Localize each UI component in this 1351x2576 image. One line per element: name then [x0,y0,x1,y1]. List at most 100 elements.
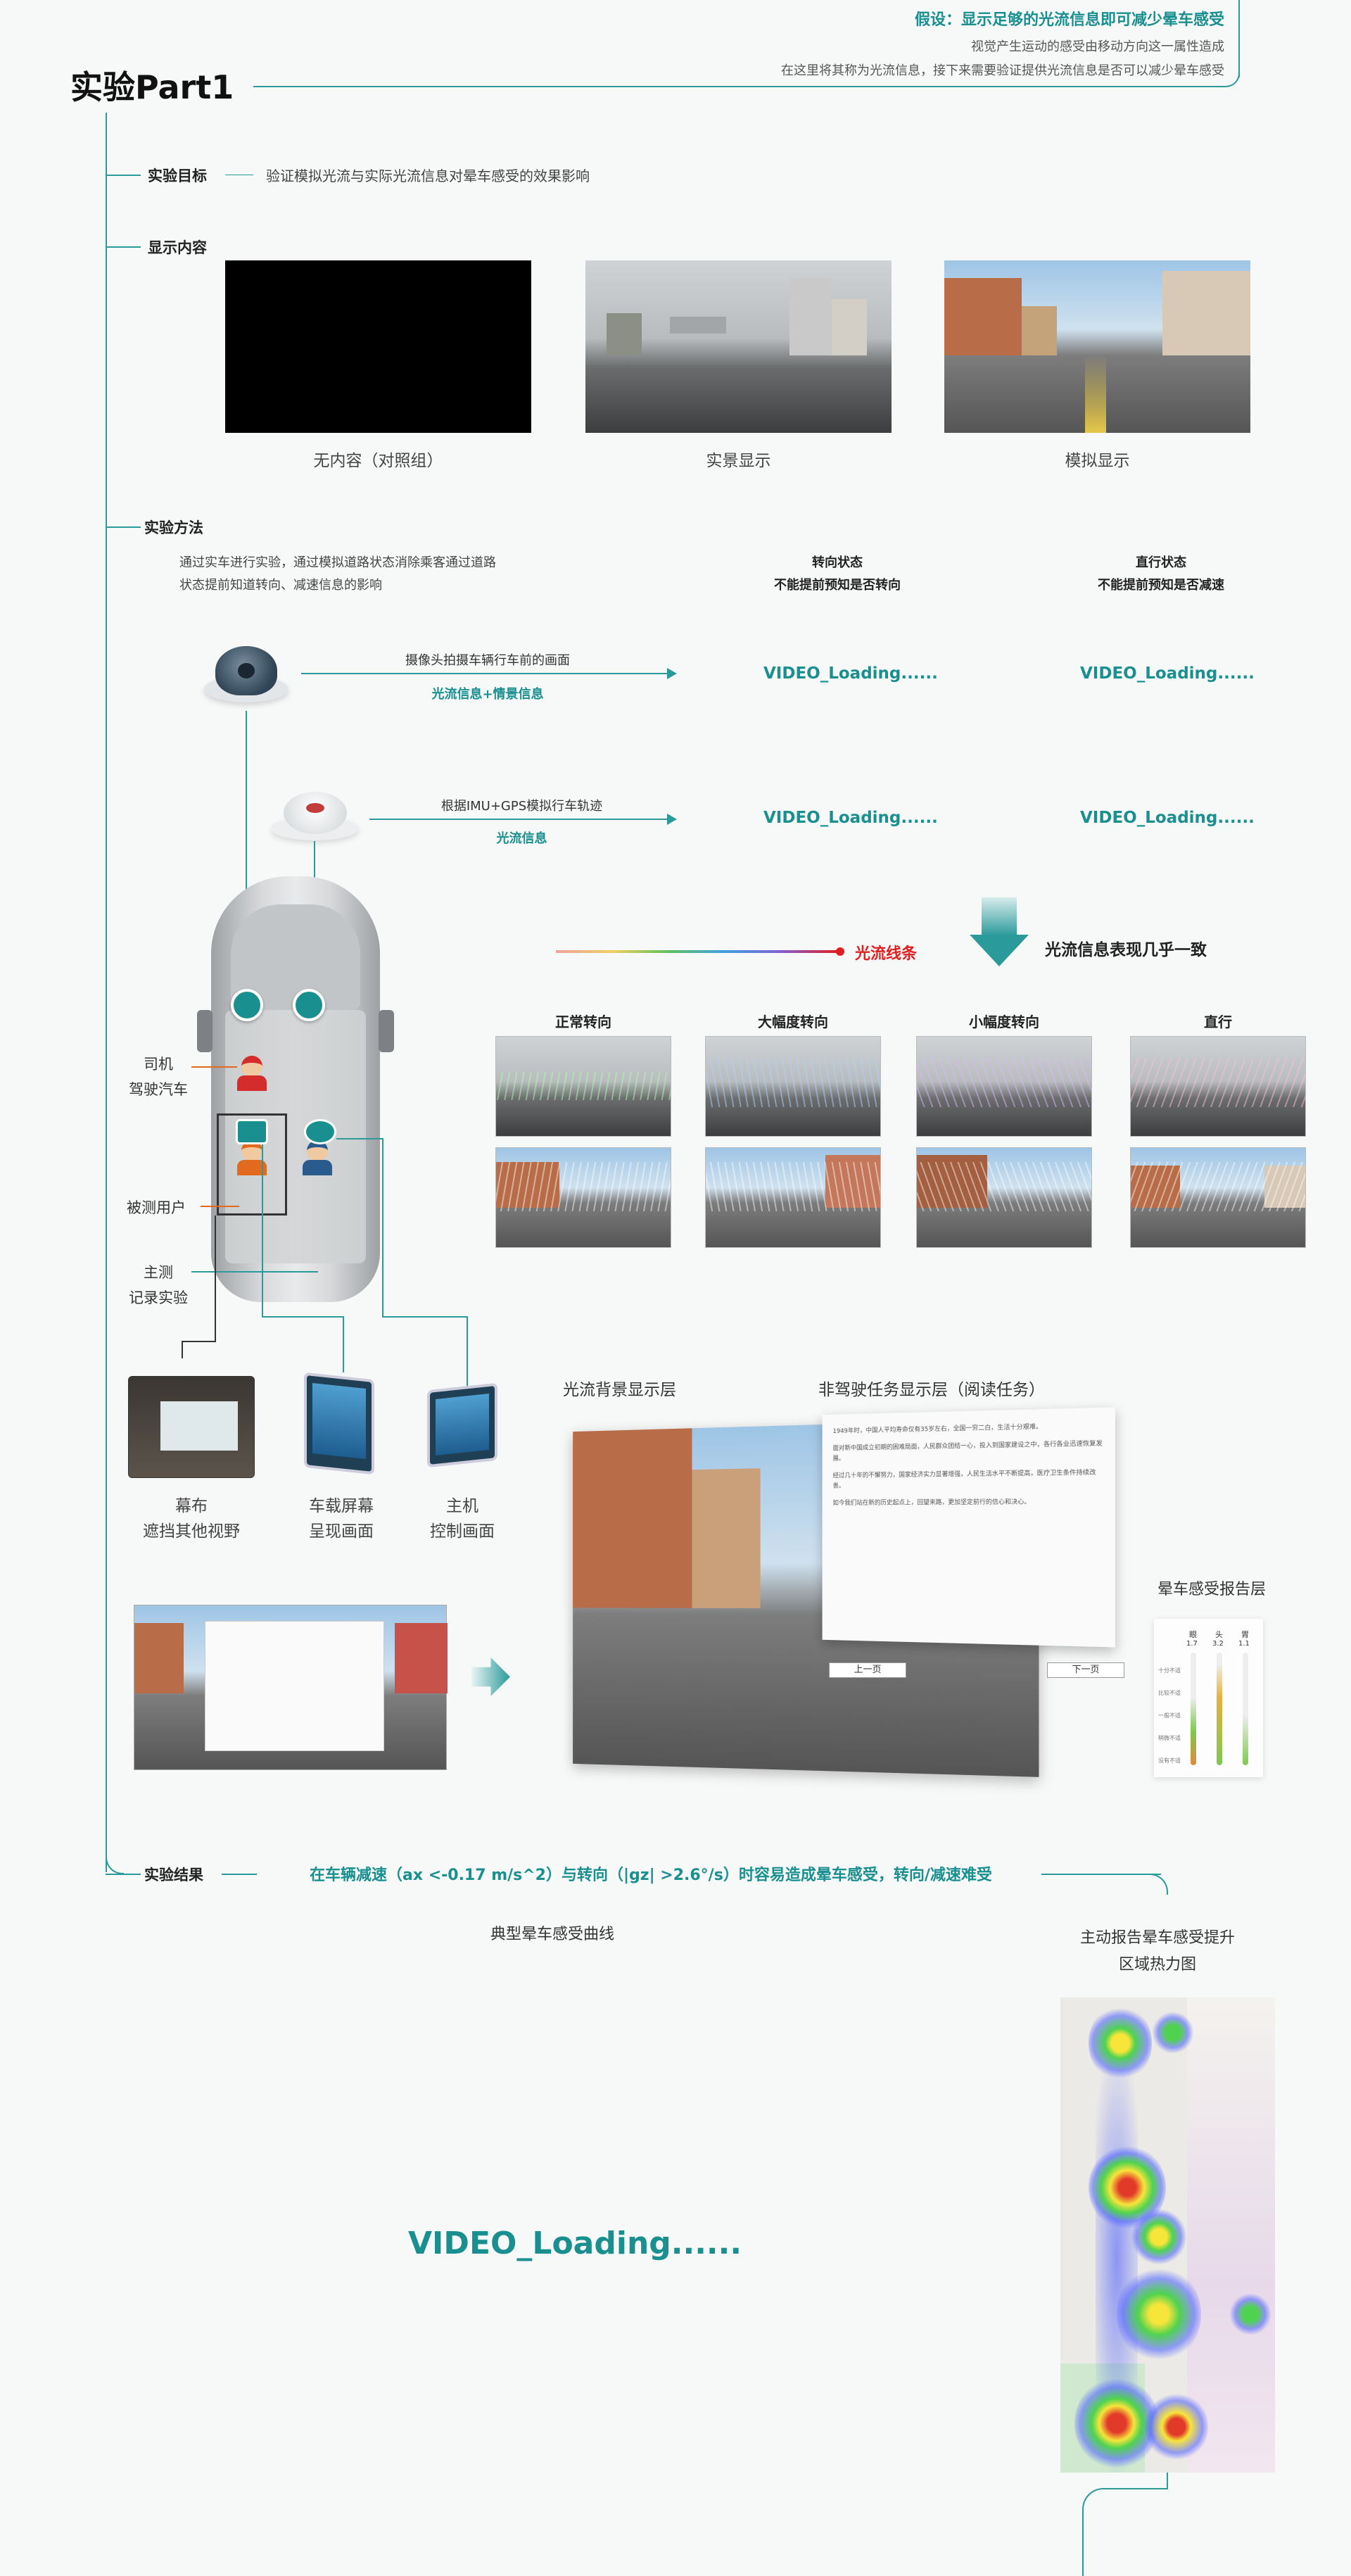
thumb-sim-straight [1130,1147,1306,1248]
next-page-button[interactable]: 下一页 [1047,1662,1124,1678]
col-straight-header: 直行状态 不能提前预知是否减速 [1055,552,1267,597]
layer-task-label: 非驾驶任务显示层（阅读任务） [818,1381,1045,1399]
reading-paragraph-4: 如今我们站在新的历史起点上，回望来路，更加坚定前行的信心和决心。 [832,1498,1031,1507]
meter-stomach-slider[interactable] [1243,1653,1248,1765]
row2-video-turn[interactable]: VIDEO_Loading...... [763,809,938,827]
observer-avatar [303,1140,332,1175]
device-host-l2: 控制画面 [430,1522,495,1541]
display-none-image [225,260,531,433]
layer-reading-card: 1949年时，中国人平均寿命仅有35岁左右，全国一穷二白，生活十分艰难。 面对新… [822,1407,1115,1648]
prev-page-button[interactable]: 上一页 [829,1662,906,1678]
host-device-icon [427,1382,497,1468]
meter-eye-slider[interactable] [1191,1653,1196,1765]
report-meters: 眼 头 胃 1.7 3.2 1.1 十分不适 比较不适 一般不适 稍微不适 没有… [1154,1619,1263,1777]
driver-label-1: 司机 [144,1056,173,1073]
in-car-imu-icon [293,989,325,1021]
row1-video-straight[interactable]: VIDEO_Loading...... [1080,664,1255,683]
camera-icon [204,640,288,711]
row1-text: 摄像头拍摄车辆行车前的画面 [405,653,570,668]
curve-video-placeholder[interactable]: VIDEO_Loading...... [408,2225,742,2261]
method-desc: 通过实车进行实验，通过模拟道路状态消除乘客通过道路 状态提前知道转向、减速信息的… [179,552,496,597]
row2-video-straight[interactable]: VIDEO_Loading...... [1080,809,1255,827]
device-curtain-l2: 遮挡其他视野 [143,1522,240,1541]
display-caption-sim: 模拟显示 [1065,452,1130,470]
hyp-border-v [1238,0,1240,77]
timeline-end [106,1855,124,1874]
row2-tag: 光流信息 [496,831,547,846]
down-arrow-shaft [982,897,1017,936]
screen-line-v [262,1144,263,1317]
right-arrow-icon [471,1658,510,1696]
thumb-real-large [705,1036,881,1137]
host-line-v [382,1138,383,1318]
user-pointer [201,1206,239,1207]
curve-title: 典型晕车感受曲线 [490,1926,614,1943]
layer-bg-label: 光流背景显示层 [563,1381,676,1399]
row1-tag: 光流信息+情景信息 [431,687,544,702]
display-connector [106,246,141,248]
meter-stomach-value: 1.1 [1238,1640,1250,1648]
row1-arrow [301,673,674,674]
result-dash2 [1041,1874,1161,1875]
result-corner [1147,1874,1168,1895]
thumb-real-normal [495,1036,671,1137]
scale-2: 一般不适 [1158,1712,1181,1719]
meter-eye-value: 1.7 [1186,1640,1198,1648]
hypothesis-line2: 在这里将其称为光流信息，接下来需要验证提供光流信息是否可以减少晕车感受 [781,63,1224,78]
reading-paragraph-3: 经过几十年的不懈努力，国家经济实力显著增强，人民生活水平不断提高，医疗卫生条件持… [832,1469,1096,1490]
in-car-camera-icon [231,989,263,1021]
observer-label-1: 主测 [144,1264,173,1281]
host-line-drop [467,1316,468,1387]
row2-arrowhead [667,814,677,825]
device-screen-label: 车载屏幕 呈现画面 [271,1494,412,1544]
optical-flow-label: 光流线条 [855,945,918,963]
screen-line-h [262,1316,343,1318]
goal-connector [106,175,141,176]
hypothesis-box: 假设：显示足够的光流信息即可减少晕车感受 视觉产生运动的感受由移动方向这一属性造… [781,7,1224,79]
thumb-real-straight [1130,1036,1306,1137]
heatmap-title-2: 区域热力图 [1118,1956,1196,1974]
col-straight-sub: 不能提前预知是否减速 [1098,578,1224,593]
host-line-h1 [336,1138,382,1139]
turn-type-normal: 正常转向 [555,1014,611,1030]
page-title: 实验Part1 [70,68,234,106]
thumb-sim-large [705,1147,881,1248]
display-caption-none: 无内容（对照组） [313,452,443,470]
heatmap-title: 主动报告晕车感受提升 区域热力图 [1055,1925,1260,1978]
timeline [106,113,107,1872]
row1-video-turn[interactable]: VIDEO_Loading...... [763,664,938,683]
driver-pointer [191,1066,237,1068]
result-label: 实验结果 [144,1867,203,1883]
goal-text: 验证模拟光流与实际光流信息对晕车感受的效果影响 [266,168,590,184]
result-dash1 [222,1874,257,1875]
scale-4: 没有不适 [1158,1757,1181,1764]
hyp-corner [1224,72,1240,87]
display-real-image [585,260,892,433]
driver-avatar [237,1056,267,1091]
combined-view-image [134,1605,448,1770]
method-desc2: 状态提前知道转向、减速信息的影响 [179,578,382,593]
device-curtain-l1: 幕布 [175,1497,208,1515]
optical-flow-line [556,950,837,953]
method-label: 实验方法 [144,519,203,536]
device-host-l1: 主机 [446,1497,478,1515]
meter-head-value: 3.2 [1212,1640,1224,1648]
result-text: 在车辆减速（ax <-0.17 m/s^2）与转向（|gz| >2.6°/s）时… [310,1867,992,1884]
curtain-frame [217,1113,287,1216]
goal-label: 实验目标 [148,168,207,184]
curtain-line-h [182,1341,216,1342]
driver-label-2: 驾驶汽车 [129,1081,188,1098]
heatmap-title-1: 主动报告晕车感受提升 [1079,1929,1235,1947]
screen-line-drop [343,1316,344,1372]
reading-paragraph-1: 1949年时，中国人平均寿命仅有35岁左右，全国一穷二白，生活十分艰难。 [832,1423,1043,1435]
hypothesis-title: 假设：显示足够的光流信息即可减少晕车感受 [914,11,1224,29]
meter-stomach-label: 胃 [1241,1630,1249,1639]
device-host-label: 主机 控制画面 [392,1494,533,1544]
thumb-real-small [916,1036,1092,1137]
method-desc1: 通过实车进行实验，通过模拟道路状态消除乘客通过道路 [179,555,496,570]
row2-text: 根据IMU+GPS模拟行车轨迹 [440,799,603,814]
row1-arrowhead [667,668,677,679]
thumb-sim-small [916,1147,1092,1248]
hypothesis-line1: 视觉产生运动的感受由移动方向这一属性造成 [971,39,1224,54]
meter-head-slider[interactable] [1217,1653,1222,1765]
